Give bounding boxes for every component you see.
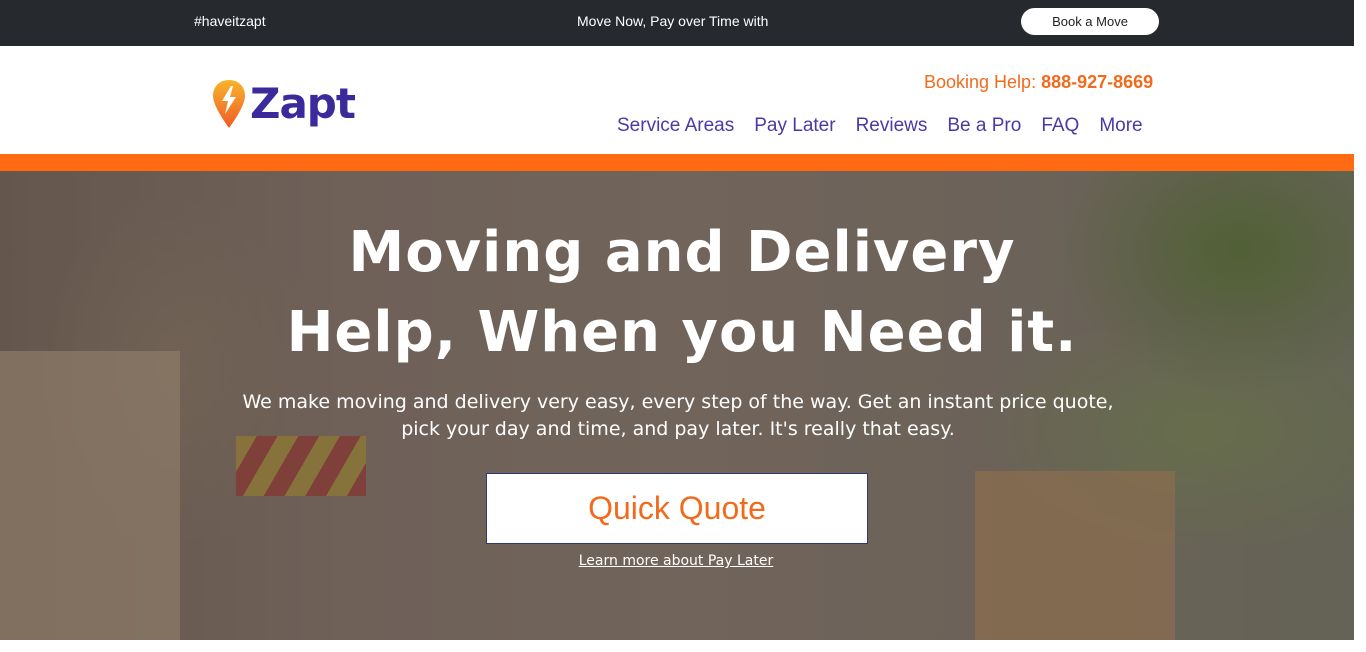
learn-more-pay-later-link[interactable]: Learn more about Pay Later	[0, 553, 1352, 569]
top-announcement-bar: #haveitzapt Move Now, Pay over Time with…	[0, 0, 1354, 46]
hero-section: Moving and Delivery Help, When you Need …	[0, 171, 1354, 640]
promo-text: Move Now, Pay over Time with	[577, 13, 769, 29]
zapt-logo[interactable]: Zapt	[212, 79, 356, 129]
booking-help: Booking Help: 888-927-8669	[924, 72, 1153, 93]
hero-subtext: We make moving and delivery very easy, e…	[242, 391, 1114, 440]
nav-item-reviews[interactable]: Reviews	[856, 115, 928, 137]
book-a-move-button[interactable]: Book a Move	[1021, 8, 1159, 35]
nav-item-be-a-pro[interactable]: Be a Pro	[947, 115, 1021, 137]
orange-divider	[0, 154, 1354, 171]
booking-phone[interactable]: 888-927-8669	[1041, 72, 1153, 92]
hashtag-text: #haveitzapt	[194, 13, 266, 29]
nav-item-pay-later[interactable]: Pay Later	[754, 115, 835, 137]
quick-quote-button[interactable]: Quick Quote	[486, 473, 868, 544]
nav-item-faq[interactable]: FAQ	[1041, 115, 1079, 137]
main-nav: Service Areas Pay Later Reviews Be a Pro…	[617, 115, 1163, 137]
logo-wordmark: Zapt	[250, 79, 356, 128]
booking-label: Booking Help:	[924, 72, 1037, 92]
site-header: Zapt Booking Help: 888-927-8669 Service …	[0, 46, 1354, 154]
nav-item-more[interactable]: More	[1099, 115, 1142, 137]
lightning-pin-icon	[213, 80, 245, 128]
nav-item-service-areas[interactable]: Service Areas	[617, 115, 734, 137]
hero-headline-line1: Moving and Delivery	[348, 220, 1016, 285]
hero-headline-line2: Help, When you Need it.	[286, 300, 1078, 365]
